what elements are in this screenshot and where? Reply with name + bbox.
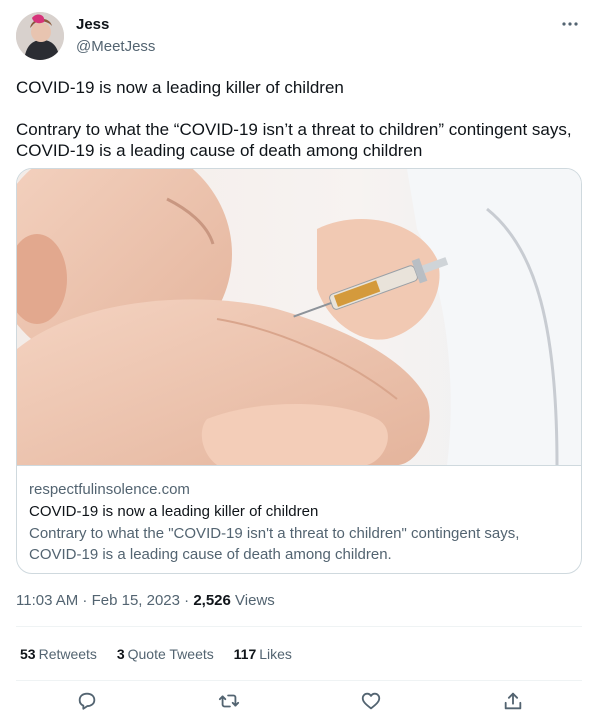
author-name[interactable]: Jess (76, 16, 109, 33)
link-card[interactable]: respectfulinsolence.com COVID-19 is now … (16, 168, 582, 574)
card-title: COVID-19 is now a leading killer of chil… (29, 503, 319, 520)
quote-tweets-label: Quote Tweets (127, 646, 214, 662)
retweets-stat[interactable]: 53 Retweets (20, 646, 97, 662)
tweet-timestamp[interactable]: 11:03 AM · Feb 15, 2023 · (16, 592, 193, 609)
views-count: 2,526 (193, 592, 231, 609)
tweet-line-1: COVID-19 is now a leading killer of chil… (16, 78, 344, 97)
avatar-image (16, 12, 64, 60)
divider (16, 680, 582, 681)
likes-count: 117 (233, 646, 257, 662)
share-icon[interactable] (502, 690, 526, 714)
likes-label: Likes (259, 646, 292, 662)
heart-icon[interactable] (360, 690, 384, 714)
retweets-label: Retweets (38, 646, 97, 662)
card-meta: respectfulinsolence.com COVID-19 is now … (29, 479, 569, 565)
card-description: Contrary to what the "COVID-19 isn't a t… (29, 525, 520, 563)
retweet-icon[interactable] (218, 690, 242, 714)
engagement-stats: 53 Retweets 3 Quote Tweets 117 Likes (20, 646, 308, 662)
tweet: Jess @MeetJess COVID-19 is now a leading… (0, 0, 598, 727)
quote-tweets-stat[interactable]: 3 Quote Tweets (117, 646, 214, 662)
action-bar (0, 690, 598, 718)
likes-stat[interactable]: 117 Likes (234, 646, 292, 662)
views-label: Views (230, 592, 275, 609)
tweet-line-2: Contrary to what the “COVID-19 isn’t a t… (16, 120, 572, 160)
tweet-text: COVID-19 is now a leading killer of chil… (16, 77, 582, 161)
more-horizontal-icon[interactable] (558, 14, 582, 34)
card-image[interactable] (17, 169, 581, 466)
retweets-count: 53 (20, 646, 36, 662)
author-handle[interactable]: @MeetJess (76, 38, 155, 55)
tweet-meta: 11:03 AM · Feb 15, 2023 · 2,526 Views (16, 592, 275, 609)
divider (16, 626, 582, 627)
author-avatar[interactable] (16, 12, 64, 60)
card-domain: respectfulinsolence.com (29, 481, 190, 498)
reply-icon[interactable] (76, 690, 100, 714)
quote-tweets-count: 3 (116, 646, 125, 662)
